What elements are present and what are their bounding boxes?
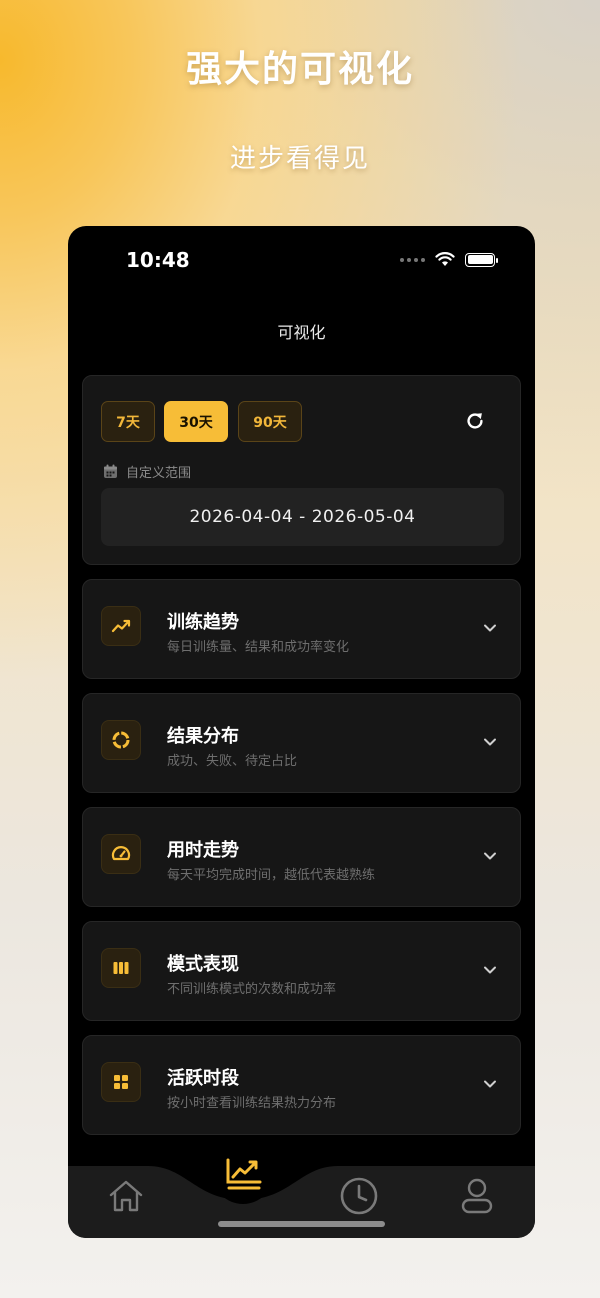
tab-history[interactable] (339, 1176, 379, 1216)
section-title: 结果分布 (167, 726, 239, 747)
section-training-trend[interactable]: 训练趋势 每日训练量、结果和成功率变化 (82, 579, 521, 679)
chevron-down-icon[interactable] (482, 962, 498, 978)
section-title: 活跃时段 (167, 1068, 239, 1089)
section-description: 成功、失败、待定占比 (167, 754, 298, 769)
calendar-icon (104, 464, 117, 478)
chart-icon (226, 1158, 262, 1190)
range-7-days-button[interactable]: 7天 (101, 401, 155, 442)
gauge-icon (101, 834, 141, 874)
date-filter-card: 7天 30天 90天 自定义范围 2026-04-04 - 2026-05-04 (82, 375, 521, 565)
section-description: 不同训练模式的次数和成功率 (167, 982, 337, 997)
ring-icon (101, 720, 141, 760)
promo-title: 强大的可视化 (185, 49, 414, 90)
clock-icon (340, 1177, 378, 1215)
tab-home[interactable] (106, 1176, 146, 1216)
refresh-icon[interactable] (464, 410, 486, 432)
date-range-field[interactable]: 2026-04-04 - 2026-05-04 (101, 488, 504, 546)
home-indicator (218, 1221, 385, 1227)
chevron-down-icon[interactable] (482, 734, 498, 750)
section-result-distribution[interactable]: 结果分布 成功、失败、待定占比 (82, 693, 521, 793)
tab-bar (68, 1142, 535, 1238)
promo-subtitle: 进步看得见 (229, 144, 370, 174)
section-description: 每天平均完成时间，越低代表越熟练 (167, 868, 376, 883)
tab-charts[interactable] (212, 1142, 274, 1204)
section-title: 模式表现 (167, 954, 239, 975)
range-90-days-button[interactable]: 90天 (238, 401, 302, 442)
chevron-down-icon[interactable] (482, 620, 498, 636)
section-time-trend[interactable]: 用时走势 每天平均完成时间，越低代表越熟练 (82, 807, 521, 907)
section-mode-performance[interactable]: 模式表现 不同训练模式的次数和成功率 (82, 921, 521, 1021)
range-30-days-button[interactable]: 30天 (164, 401, 228, 442)
custom-range-text: 自定义范围 (126, 466, 192, 481)
section-description: 按小时查看训练结果热力分布 (167, 1096, 337, 1111)
status-time: 10:48 (126, 248, 190, 272)
chevron-down-icon[interactable] (482, 1076, 498, 1092)
phone-screen: 10:48 可视化 7天 30天 90天 自定义范围 2026-04-04 - … (68, 226, 535, 1238)
trend-icon (101, 606, 141, 646)
custom-range-label: 自定义范围 (103, 462, 191, 481)
section-title: 训练趋势 (167, 612, 239, 633)
bars-icon (101, 948, 141, 988)
status-icons (400, 252, 498, 267)
section-title: 用时走势 (167, 840, 239, 861)
grid-icon (101, 1062, 141, 1102)
home-icon (109, 1180, 143, 1212)
page-title: 可视化 (277, 323, 326, 342)
battery-icon (465, 252, 498, 267)
tab-profile[interactable] (457, 1176, 497, 1216)
user-icon (461, 1178, 493, 1214)
chevron-down-icon[interactable] (482, 848, 498, 864)
section-description: 每日训练量、结果和成功率变化 (167, 640, 350, 655)
wifi-icon (435, 252, 455, 266)
section-active-hours[interactable]: 活跃时段 按小时查看训练结果热力分布 (82, 1035, 521, 1135)
signal-icon (400, 257, 425, 262)
